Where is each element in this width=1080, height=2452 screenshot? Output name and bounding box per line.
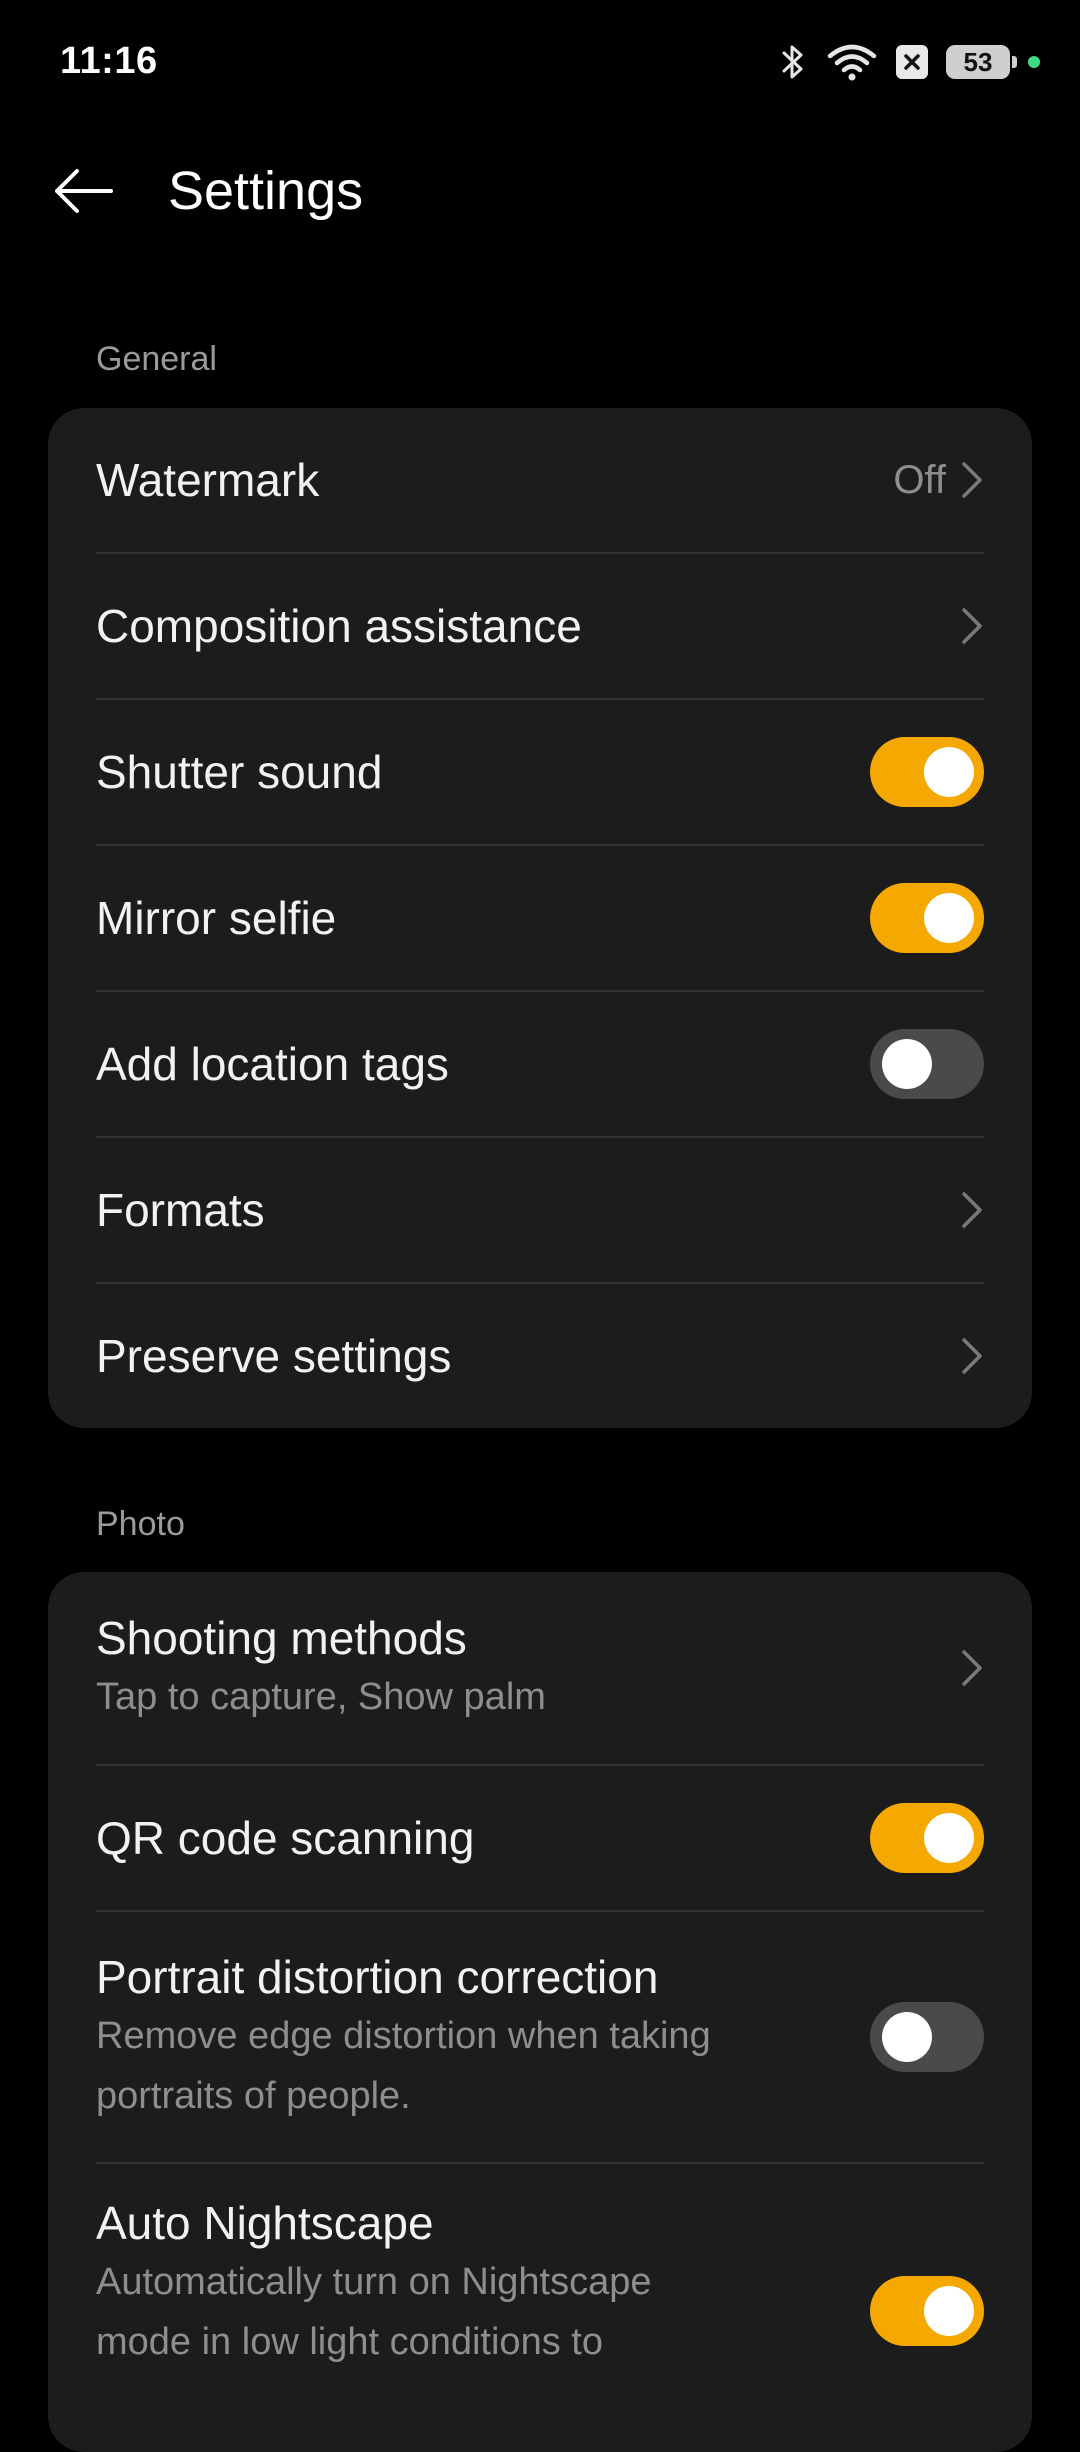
- qr-code-toggle[interactable]: [870, 1803, 984, 1873]
- photo-card: Shooting methods Tap to capture, Show pa…: [48, 1572, 1032, 2452]
- setting-title: QR code scanning: [96, 1812, 475, 1864]
- back-button[interactable]: [40, 156, 126, 226]
- setting-row-preserve-settings[interactable]: Preserve settings: [96, 1282, 984, 1428]
- status-bar: 11:16 53: [0, 0, 1080, 124]
- setting-title: Formats: [96, 1184, 265, 1236]
- setting-title: Shooting methods: [96, 1612, 467, 1664]
- battery-level: 53: [963, 46, 993, 77]
- battery-icon: 53: [946, 45, 1017, 79]
- setting-subtitle: Tap to capture, Show palm: [96, 1676, 546, 1718]
- setting-subtitle-line: Remove edge distortion when taking: [96, 2015, 711, 2057]
- setting-row-watermark[interactable]: Watermark Off: [96, 408, 984, 552]
- wifi-icon: [826, 42, 878, 82]
- portrait-distortion-toggle[interactable]: [870, 2002, 984, 2072]
- setting-row-composition-assistance[interactable]: Composition assistance: [96, 552, 984, 698]
- header: Settings: [0, 140, 1080, 240]
- chevron-right-icon: [962, 608, 982, 644]
- status-icons: 53: [778, 38, 1040, 86]
- setting-row-mirror-selfie: Mirror selfie: [96, 844, 984, 990]
- setting-row-qr-code-scanning: QR code scanning: [96, 1764, 984, 1910]
- location-tags-toggle[interactable]: [870, 1029, 984, 1099]
- setting-title: Preserve settings: [96, 1330, 452, 1382]
- setting-subtitle-line: portraits of people.: [96, 2075, 411, 2117]
- general-card: Watermark Off Composition assistance Shu…: [48, 408, 1032, 1428]
- setting-row-shooting-methods[interactable]: Shooting methods Tap to capture, Show pa…: [96, 1572, 984, 1764]
- setting-row-portrait-distortion-correction: Portrait distortion correction Remove ed…: [96, 1910, 984, 2162]
- setting-title: Composition assistance: [96, 600, 582, 652]
- setting-subtitle-line: Automatically turn on Nightscape: [96, 2261, 652, 2303]
- setting-title: Watermark: [96, 454, 320, 506]
- auto-nightscape-toggle[interactable]: [870, 2276, 984, 2346]
- setting-value: Off: [893, 457, 946, 502]
- setting-row-formats[interactable]: Formats: [96, 1136, 984, 1282]
- bluetooth-icon: [778, 42, 808, 82]
- setting-row-shutter-sound: Shutter sound: [96, 698, 984, 844]
- no-sim-icon: [896, 45, 928, 79]
- status-time: 11:16: [60, 40, 158, 82]
- setting-subtitle-line: mode in low light conditions to: [96, 2321, 603, 2363]
- setting-row-auto-nightscape: Auto Nightscape Automatically turn on Ni…: [96, 2162, 984, 2452]
- setting-title: Add location tags: [96, 1038, 449, 1090]
- setting-title: Auto Nightscape: [96, 2197, 434, 2249]
- setting-title: Shutter sound: [96, 746, 383, 798]
- section-label-photo: Photo: [96, 1505, 185, 1543]
- shutter-sound-toggle[interactable]: [870, 737, 984, 807]
- mirror-selfie-toggle[interactable]: [870, 883, 984, 953]
- chevron-right-icon: [962, 1650, 982, 1686]
- section-label-general: General: [96, 340, 217, 378]
- chevron-right-icon: [962, 1192, 982, 1228]
- chevron-right-icon: [962, 1338, 982, 1374]
- setting-row-add-location-tags: Add location tags: [96, 990, 984, 1136]
- back-arrow-icon: [55, 169, 113, 213]
- chevron-right-icon: [962, 462, 982, 498]
- page-title: Settings: [168, 161, 364, 221]
- indicator-dot: [1028, 56, 1040, 68]
- setting-title: Portrait distortion correction: [96, 1951, 659, 2003]
- setting-title: Mirror selfie: [96, 892, 337, 944]
